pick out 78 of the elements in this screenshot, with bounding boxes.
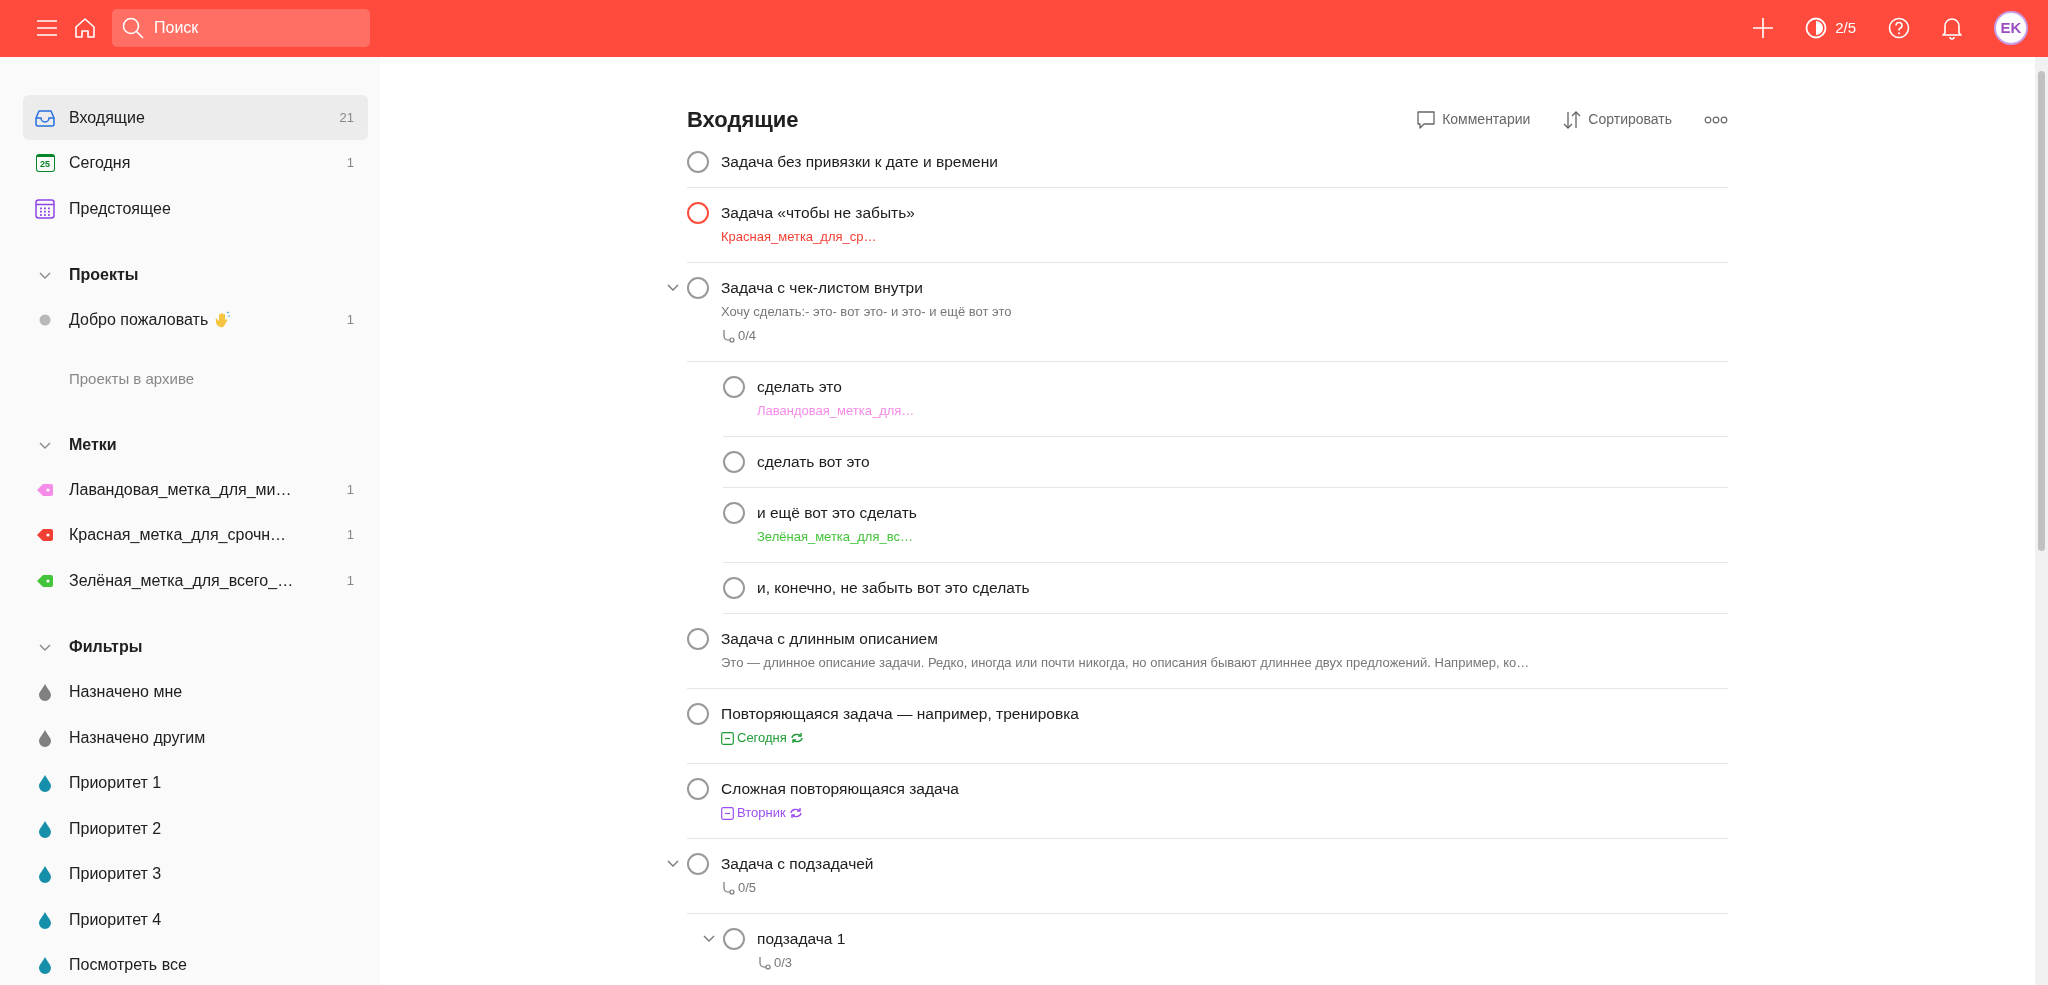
task-title: Сложная повторяющаяся задача	[721, 779, 959, 800]
section-title: Проекты	[69, 265, 139, 286]
comments-button[interactable]: Комментарии	[1416, 109, 1531, 131]
more-icon	[1704, 115, 1728, 124]
task-title: сделать вот это	[757, 452, 870, 473]
calendar-grid-icon	[35, 198, 55, 219]
task-checkbox[interactable]	[723, 577, 745, 600]
task-title: Задача без привязки к дате и времени	[721, 152, 998, 173]
subtask-icon	[757, 956, 771, 971]
sidebar-item[interactable]: Красная_метка_для_срочн… 1	[23, 512, 368, 558]
task-checkbox[interactable]	[723, 376, 745, 399]
scrollbar-thumb[interactable]	[2038, 70, 2045, 551]
bell-icon	[1942, 16, 1962, 41]
task-checkbox[interactable]	[723, 502, 745, 525]
task-title: сделать это	[757, 377, 843, 398]
comment-icon	[1416, 109, 1437, 130]
menu-button[interactable]	[36, 19, 58, 38]
subtask-count: 0/5	[738, 879, 757, 898]
task-checkbox[interactable]	[687, 703, 709, 726]
task-checkbox[interactable]	[687, 853, 709, 876]
subtask-icon	[721, 881, 735, 896]
sort-button[interactable]: Сортировать	[1562, 109, 1672, 131]
sidebar-item[interactable]: Посмотреть все	[23, 942, 368, 985]
task-description: Это — длинное описание задачи. Редко, иногда или почти никогда, но описания бывают длиннее двух предложений. Например, ко…	[721, 654, 1530, 673]
sort-icon	[1562, 109, 1583, 130]
help-icon	[1888, 17, 1910, 40]
sidebar-item[interactable]: Приоритет 3	[23, 851, 368, 897]
section-title: Фильтры	[69, 637, 143, 658]
sidebar-item[interactable]: Назначено другим	[23, 714, 368, 761]
home-icon	[74, 17, 96, 40]
task-title: Задача с чек-листом внутри	[721, 278, 924, 299]
sidebar-item[interactable]: Назначено мне	[23, 669, 368, 715]
task-checkbox[interactable]	[687, 151, 709, 174]
nav-item[interactable]: Предстоящее	[23, 185, 368, 232]
sidebar-item[interactable]: Добро пожаловать 1	[23, 297, 368, 343]
due-date[interactable]: Вторник	[737, 801, 786, 826]
task-title: Задача с длинным описанием	[721, 629, 939, 650]
task-checkbox[interactable]	[687, 277, 709, 300]
menu-icon	[36, 19, 58, 38]
sidebar-item[interactable]: Приоритет 1	[23, 760, 368, 806]
subtask-count: 0/4	[738, 327, 757, 346]
calendar-icon	[721, 806, 734, 820]
more-button[interactable]	[1704, 115, 1728, 124]
inbox-icon	[35, 108, 55, 127]
task-title: подзадача 1	[757, 929, 846, 950]
sidebar-item[interactable]: Приоритет 2	[23, 805, 368, 852]
subtask-count: 0/3	[774, 954, 793, 973]
help-button[interactable]	[1888, 17, 1910, 40]
home-button[interactable]	[74, 17, 96, 40]
task-title: Задача с подзадачей	[721, 854, 874, 875]
search-icon	[122, 17, 144, 40]
task-title: и, конечно, не забыть вот это сделать	[757, 578, 1030, 599]
avatar[interactable]: EK	[1994, 11, 2028, 46]
calendar-icon	[721, 731, 734, 745]
task-checkbox[interactable]	[687, 778, 709, 801]
task-title: Задача «чтобы не забыть»	[721, 203, 915, 224]
due-date[interactable]: Сегодня	[737, 726, 787, 751]
section-title: Метки	[69, 434, 117, 455]
nav-item[interactable]: 25 Сегодня 1	[23, 140, 368, 186]
sidebar-item[interactable]: Зелёная_метка_для_всего_… 1	[23, 557, 368, 604]
notifications-button[interactable]	[1942, 16, 1962, 41]
task-checkbox[interactable]	[723, 928, 745, 951]
task-checkbox[interactable]	[687, 202, 709, 225]
plus-icon	[1753, 18, 1774, 39]
task-title: и ещё вот это сделать	[757, 503, 917, 524]
add-button[interactable]	[1753, 18, 1774, 39]
subtask-icon	[721, 329, 735, 344]
task-title: Повторяющаяся задача — например, тренировка	[721, 704, 1079, 725]
calendar-icon: 25	[35, 154, 55, 172]
progress-icon	[1805, 17, 1828, 40]
nav-item[interactable]: Входящие 21	[23, 94, 368, 141]
task-label[interactable]: Красная_метка_для_ср…	[721, 225, 915, 250]
sidebar-item[interactable]: Приоритет 4	[23, 896, 368, 943]
task-description: Хочу сделать:- это- вот это- и это- и ещё вот это	[721, 303, 1012, 322]
task-checkbox[interactable]	[723, 451, 745, 474]
sidebar-item[interactable]: Лавандовая_метка_для_ми… 1	[23, 466, 368, 513]
task-checkbox[interactable]	[687, 628, 709, 651]
page-title: Входящие	[687, 106, 799, 134]
